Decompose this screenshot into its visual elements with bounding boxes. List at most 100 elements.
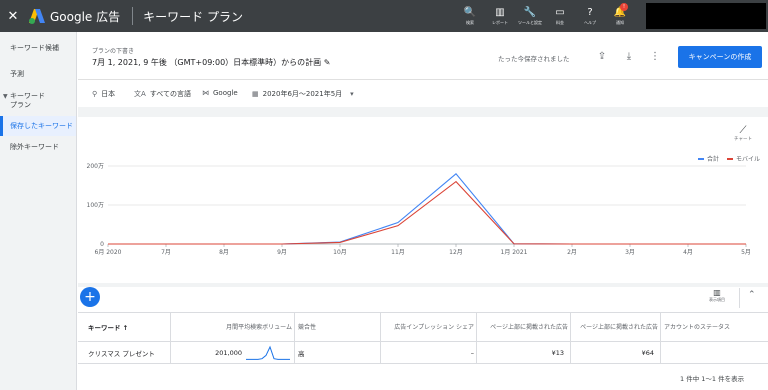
divider [570,313,571,342]
collapse-icon[interactable]: ⌃ [748,290,756,300]
date-range-filter[interactable]: ▦ 2020年6月～2021年5月 ▾ [252,89,358,99]
legend-item-total[interactable]: 合計 [698,154,719,163]
translate-icon: 文A [134,90,146,98]
edit-icon[interactable]: ✎ [324,58,331,67]
volume-sparkline [246,345,290,360]
search-label: 検索 [466,19,474,25]
calendar-icon: ▦ [252,90,259,98]
sidebar-item-saved-keywords[interactable]: 保存したキーワード [0,116,76,136]
divider-band [78,107,768,117]
competition-cell: 高 [298,349,305,358]
divider [476,313,477,342]
legend-swatch [727,157,734,160]
billing-label: 料金 [556,19,564,25]
location-filter[interactable]: ⚲ 日本 [92,89,115,99]
divider [570,342,571,363]
divider [476,342,477,363]
volume-cell: 201,000 [215,348,242,357]
column-header-top-bid-high[interactable]: ページ上部に掲載された広告 [572,313,658,342]
location-value: 日本 [101,90,116,98]
x-tick-label: 4月 [683,249,693,256]
divider [294,313,295,342]
account-menu[interactable] [646,3,766,29]
filter-bar: ⚲ 日本 文A すべての言語 ⋈ Google ▦ 2020年6月～2021年5月 ▾ [78,83,768,105]
sidebar: キーワード候補 予測 ▼ キーワード プラン 保存したキーワード 除外キーワード [0,32,77,390]
divider [380,342,381,363]
columns-button[interactable]: ▥ 表示項目 [702,288,732,303]
download-icon[interactable]: ⤓ [621,49,637,65]
x-tick-label: 11月 [391,249,405,256]
columns-icon: ▥ [713,288,721,297]
x-tick-label: 2月 [567,249,577,256]
y-tick-label: 100万 [87,202,104,209]
x-tick-label: 8月 [219,249,229,256]
language-filter[interactable]: 文A すべての言語 [134,89,191,99]
divider [380,313,381,342]
column-header-account-status[interactable]: アカウントのステータス [664,313,730,342]
column-header-keyword[interactable]: キーワード ↑ [88,313,128,342]
plan-title[interactable]: 7月 1, 2021, 9 午後 （GMT+09:00）日本標準時）からの計画 … [92,57,330,68]
table-header: キーワード ↑ 月間平均検索ボリューム 競合性 広告インプレッション シェア ペ… [78,312,768,342]
legend-label: モバイル [736,156,761,163]
column-header-competition[interactable]: 競合性 [298,313,316,342]
date-range-value: 2020年6月～2021年5月 [262,90,343,98]
sidebar-item-keyword-ideas[interactable]: キーワード候補 [0,44,76,53]
legend-item-mobile[interactable]: モバイル [727,154,760,163]
location-pin-icon: ⚲ [92,90,98,98]
report-button[interactable]: ▥ レポート [485,0,515,32]
column-header-top-bid-low[interactable]: ページ上部に掲載された広告 [480,313,568,342]
search-button[interactable]: 🔍 検索 [455,0,485,32]
x-tick-label: 6月 2020 [95,249,122,256]
legend-label: 合計 [707,156,720,163]
billing-icon: ▭ [555,6,565,18]
keyword-cell[interactable]: クリスマス プレゼント [88,342,155,363]
tools-label: ツールと設定 [518,19,542,25]
add-keyword-button[interactable]: + [80,287,100,307]
series-line-0 [108,173,746,245]
legend-swatch [698,157,704,160]
trend-chart: 0 100万 200万 6月 2020 7月 8月 9月 10月 11月 12月 1月 2021 2月… [87,163,751,256]
divider [170,313,171,342]
close-icon[interactable]: ✕ [0,9,26,24]
notification-badge: ! [620,3,628,11]
top-bar: ✕ Google 広告 キーワード プラン 🔍 検索 ▥ レポート 🔧 ツールと設定 ▭ 料金… [0,0,768,32]
plan-header: プランの下書き 7月 1, 2021, 9 午後 （GMT+09:00）日本標準… [78,38,768,80]
divider [132,7,134,25]
google-ads-logo[interactable]: Google 広告 [28,8,120,25]
top-bid-low-cell: ¥13 [551,348,564,357]
more-vert-icon[interactable]: ⋮ [647,49,663,65]
sidebar-item-keyword-plan[interactable]: キーワード プラン [0,92,76,110]
search-icon: 🔍 [463,6,477,18]
network-value: Google [213,89,238,97]
sparkline-path [246,345,290,360]
x-tick-label: 3月 [625,249,635,256]
divider [660,342,661,363]
help-button[interactable]: ? ヘルプ [575,0,605,32]
chart-type-button[interactable]: ⟋ チャート [728,125,758,142]
network-icon: ⋈ [202,89,209,97]
x-tick-label: 10月 [333,249,347,256]
language-value: すべての言語 [149,90,192,98]
x-tick-label: 12月 [449,249,463,256]
x-tick-label: 9月 [277,249,287,256]
save-status: たった今保存されました [498,55,570,63]
chart-tool-label: チャート [734,137,752,142]
divider [294,342,295,363]
divider-band [78,283,768,287]
top-icon-group: 🔍 検索 ▥ レポート 🔧 ツールと設定 ▭ 料金? ヘルプ 🔔 通知 [455,0,635,32]
share-icon[interactable]: ⇪ [594,49,610,65]
y-tick-label: 0 [100,241,104,248]
column-header-volume[interactable]: 月間平均検索ボリューム [174,313,292,342]
sidebar-item-forecast[interactable]: 予測 [0,70,76,79]
network-filter[interactable]: ⋈ Google [202,89,238,97]
tools-button[interactable]: 🔧 ツールと設定 [515,0,545,32]
divider [170,342,171,363]
create-campaign-button[interactable]: キャンペーンの作成 [678,46,762,68]
billing-button[interactable]: ▭ 料金 [545,0,575,32]
column-header-impression-share[interactable]: 広告インプレッション シェア [384,313,474,342]
x-tick-label: 1月 2021 [501,249,528,256]
table-row[interactable]: クリスマス プレゼント 201,000 高 – ¥13 ¥64 [78,342,768,364]
sidebar-item-negative-keywords[interactable]: 除外キーワード [0,143,76,152]
report-label: レポート [492,19,508,25]
forecast-chart-card: 0 100万 200万 6月 2020 7月 8月 9月 10月 11月 12月 1月 2021 2月… [78,117,768,283]
